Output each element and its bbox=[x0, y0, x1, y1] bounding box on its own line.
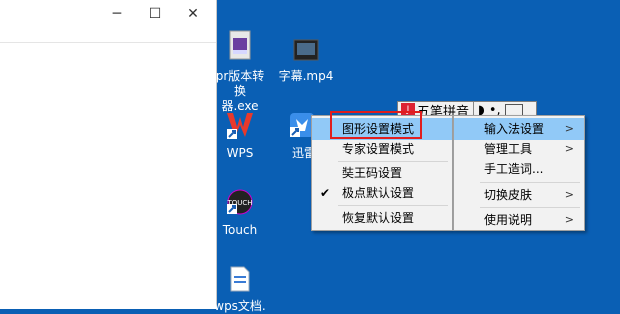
close-button[interactable]: ✕ bbox=[172, 0, 214, 28]
exe-file-icon bbox=[229, 30, 251, 60]
chevron-right-icon: > bbox=[564, 188, 574, 201]
title-bar: ─ ☐ ✕ bbox=[0, 0, 216, 28]
close-icon: ✕ bbox=[187, 6, 199, 22]
menu-item-ime-settings[interactable]: 输入法设置 > bbox=[454, 118, 584, 140]
desktop-icon-subtitle-video[interactable]: 字幕.mp4 bbox=[278, 38, 334, 84]
checkmark-icon: ✔ bbox=[320, 186, 331, 200]
desktop-icon-wps-doc[interactable]: wps文档. bbox=[212, 266, 268, 314]
video-file-icon bbox=[293, 39, 319, 61]
menu-divider bbox=[480, 207, 580, 208]
chevron-right-icon: > bbox=[564, 142, 574, 155]
menu-item-usage-guide[interactable]: 使用说明 > bbox=[454, 209, 584, 231]
toolbar-divider bbox=[0, 42, 216, 43]
chevron-right-icon: > bbox=[564, 213, 574, 226]
minimize-icon: ─ bbox=[112, 6, 122, 22]
menu-item-management-tools[interactable]: 管理工具 > bbox=[454, 138, 584, 160]
desktop-icon-label: Touch bbox=[222, 223, 258, 237]
document-icon bbox=[230, 266, 250, 292]
desktop-icon-touch[interactable]: TOUCH Touch bbox=[216, 188, 264, 238]
explorer-window: ─ ☐ ✕ bbox=[0, 0, 217, 309]
menu-item-wangma-settings[interactable]: 奘王码设置 bbox=[312, 162, 452, 184]
menu-item-jidian-default[interactable]: ✔ 极点默认设置 bbox=[312, 182, 452, 204]
desktop-icon-label: wps文档. bbox=[214, 299, 266, 313]
desktop-icon-label: 字幕.mp4 bbox=[278, 69, 334, 83]
menu-item-switch-skin[interactable]: 切换皮肤 > bbox=[454, 184, 584, 206]
menu-divider bbox=[480, 182, 580, 183]
minimize-button[interactable]: ─ bbox=[96, 0, 138, 28]
chevron-right-icon: > bbox=[564, 122, 574, 135]
menu-item-restore-default[interactable]: 恢复默认设置 bbox=[312, 207, 452, 229]
highlight-annotation-box bbox=[330, 111, 422, 139]
desktop-icon-wps[interactable]: WPS bbox=[218, 111, 262, 161]
desktop-icon-pr-converter[interactable]: pr版本转换 器.exe bbox=[210, 30, 270, 114]
maximize-icon: ☐ bbox=[148, 6, 162, 22]
wps-icon bbox=[227, 113, 253, 139]
maximize-button[interactable]: ☐ bbox=[134, 0, 176, 28]
desktop-icon-label: WPS bbox=[226, 146, 254, 160]
desktop-icon-label: pr版本转换 bbox=[215, 69, 265, 98]
menu-divider bbox=[338, 205, 448, 206]
ime-settings-submenu: 输入法设置 > 管理工具 > 手工造词... 切换皮肤 > 使用说明 > bbox=[453, 115, 585, 231]
menu-item-manual-word[interactable]: 手工造词... bbox=[454, 158, 584, 180]
menu-item-expert-mode[interactable]: 专家设置模式 bbox=[312, 138, 452, 160]
touch-app-icon: TOUCH bbox=[226, 189, 253, 215]
